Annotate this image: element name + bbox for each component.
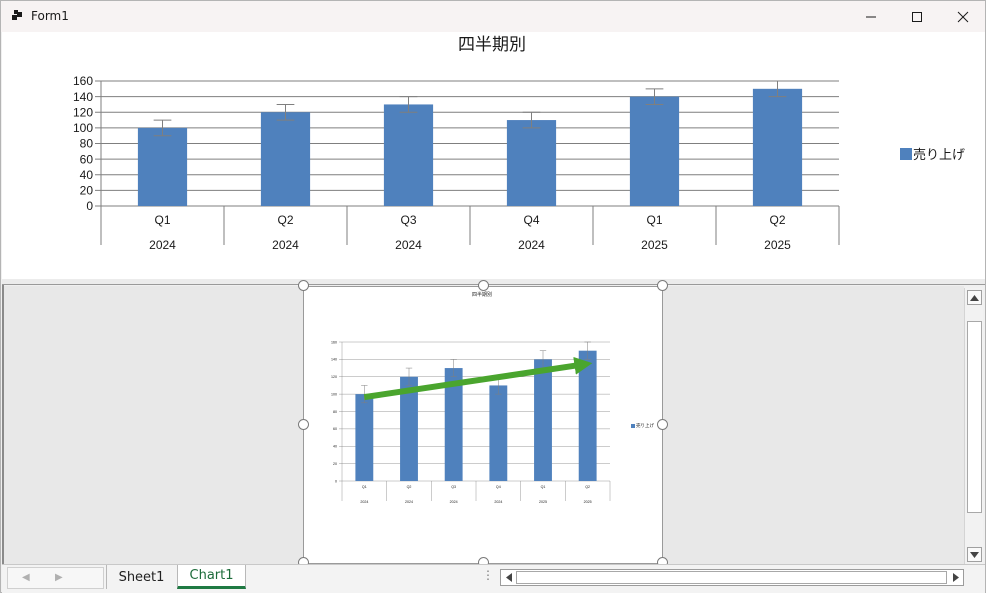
y-tick-label: 100 [331,392,337,396]
embedded-chart-svg: 四半期別 0 20 40 60 80 100 120 140 160 Q1 2024 Q2 2024 Q3 2… [331,291,654,504]
y-tick-label: 0 [335,479,337,483]
x-group-label: 2024 [405,500,413,504]
maximize-icon [912,11,922,22]
y-tick-label: 120 [73,105,93,119]
tab-splitter-grip[interactable]: ⋮ [482,568,494,582]
legend-label: 売り上げ [913,147,965,162]
x-group-label: 2025 [764,238,791,252]
chart-svg: 四半期別 020 40 6080 100 120140 160 Q1 2024 Q2 2024 Q3 2… [73,35,965,252]
bar [752,88,803,206]
legend-swatch [631,424,635,428]
y-tick-label: 40 [80,168,94,182]
x-tick-label: Q2 [277,213,293,227]
legend-swatch [900,148,912,160]
y-tick-label: 160 [73,74,93,88]
y-tick-label: 140 [73,90,93,104]
x-tick-label: Q3 [451,485,456,489]
splitter[interactable] [2,279,985,285]
chart-control[interactable]: 四半期別 0 20 40 60 80 100 120 140 160 Q1 2024 Q2 2024 Q3 2… [2,32,985,279]
embedded-chart-sheet[interactable]: 四半期別 0 20 40 60 80 100 120 140 160 Q1 2024 Q2 2024 Q3 2… [303,286,663,564]
x-tick-label: Q1 [541,485,546,489]
bar [629,96,680,206]
tab-sheet1[interactable]: Sheet1 [106,565,176,589]
bar [506,120,557,206]
resize-handle-right[interactable] [657,419,668,430]
resize-handle-top[interactable] [478,280,489,291]
x-group-label: 2024 [272,238,299,252]
x-tick-label: Q2 [407,485,412,489]
x-tick-label: Q1 [646,213,662,227]
bar [489,385,508,481]
caret-up-icon [970,294,979,301]
minimize-button[interactable] [848,1,894,32]
scroll-up-button[interactable] [967,290,982,305]
y-tick-label: 80 [80,137,94,151]
y-tick-label: 0 [86,199,93,213]
x-group-label: 2024 [450,500,458,504]
bar [355,394,374,481]
resize-handle-left[interactable] [298,419,309,430]
tab-sheet1-label: Sheet1 [118,569,165,585]
x-group-label: 2024 [360,500,368,504]
legend-label: 売り上げ [636,422,654,429]
form-window: Form1 四半期別 0 20 40 60 80 100 120 140 160 Q1 2024 Q2 2… [0,0,986,593]
x-group-label: 2025 [584,500,592,504]
sheet-tab-bar: ◀ ▶ Sheet1 Chart1 ⋮ [2,564,985,593]
y-tick-label: 140 [331,358,337,362]
scroll-left-button[interactable] [501,570,516,585]
minimize-icon [866,16,876,17]
close-button[interactable] [940,1,986,32]
resize-handle-top-left[interactable] [298,280,309,291]
y-tick-label: 160 [331,340,337,344]
tab-next-button[interactable]: ▶ [55,572,63,583]
title-bar[interactable]: Form1 [1,1,985,32]
app-icon [12,10,22,20]
y-tick-label: 80 [333,410,337,414]
resize-handle-top-right[interactable] [657,280,668,291]
x-tick-label: Q3 [400,213,416,227]
y-tick-label: 20 [80,184,94,198]
scroll-right-button[interactable] [948,570,963,585]
bar [383,104,434,206]
bar [578,350,597,481]
x-tick-label: Q2 [585,485,590,489]
caret-down-icon [970,551,979,558]
chart-title: 四半期別 [472,291,492,298]
bar [260,112,311,206]
y-tick-label: 60 [333,427,337,431]
x-group-label: 2024 [149,238,176,252]
y-tick-label: 60 [80,152,94,166]
caret-left-icon [505,573,512,582]
x-group-label: 2025 [539,500,547,504]
x-group-label: 2025 [641,238,668,252]
bar [534,359,552,481]
window-title: Form1 [31,9,69,23]
chart-title: 四半期別 [458,35,526,54]
x-tick-label: Q4 [523,213,539,227]
y-tick-label: 40 [333,445,337,449]
x-group-label: 2024 [395,238,422,252]
scroll-down-button[interactable] [967,547,982,562]
close-icon [957,11,969,22]
tab-navigation: ◀ ▶ [7,567,104,589]
tab-prev-button[interactable]: ◀ [22,572,30,583]
y-tick-label: 100 [73,121,93,135]
x-tick-label: Q1 [362,485,367,489]
y-tick-label: 20 [333,462,337,466]
tab-chart1-label: Chart1 [189,568,234,583]
x-tick-label: Q1 [154,213,170,227]
y-tick-label: 120 [331,375,337,379]
horizontal-scroll-thumb[interactable] [516,571,947,584]
vertical-scroll-thumb[interactable] [967,321,982,513]
tab-chart1[interactable]: Chart1 [177,565,246,589]
x-tick-label: Q2 [769,213,785,227]
bar [137,127,188,206]
x-group-label: 2024 [494,500,502,504]
x-group-label: 2024 [518,238,545,252]
x-tick-label: Q4 [496,485,501,489]
caret-right-icon [952,573,959,582]
horizontal-scrollbar[interactable] [500,569,964,586]
maximize-button[interactable] [894,1,940,32]
vertical-scrollbar[interactable] [964,288,983,564]
